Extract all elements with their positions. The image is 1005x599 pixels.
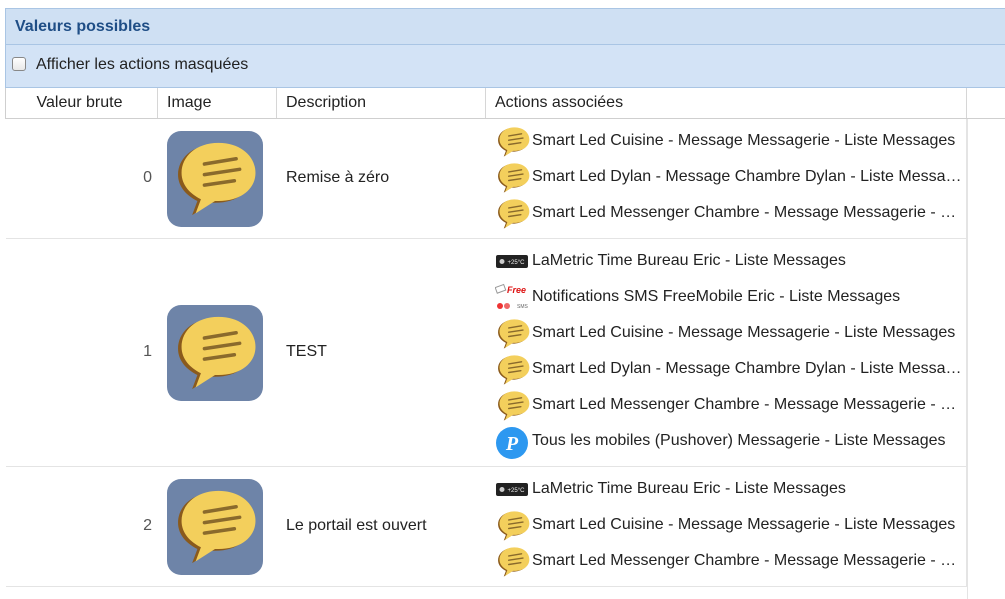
scroll-gutter (967, 119, 1005, 599)
lametric-icon: +25°C (495, 246, 531, 278)
table-row[interactable]: 2 Le portail est ouvert +25°C LaMetric T… (6, 467, 967, 587)
table-row[interactable]: 0 Remise à zéro Smart Led Cuisine - Mess… (6, 119, 967, 239)
speech-bubble-icon (495, 510, 531, 542)
pushover-icon: P (495, 426, 531, 459)
svg-text:SMS: SMS (517, 304, 529, 310)
speech-bubble-icon (495, 390, 531, 422)
associated-action[interactable]: Smart Led Dylan - Message Chambre Dylan … (495, 161, 965, 195)
raw-value: 2 (143, 517, 152, 534)
action-label[interactable]: Smart Led Cuisine - Message Messagerie -… (532, 132, 965, 150)
column-header-raw-value[interactable]: Valeur brute (6, 88, 158, 118)
raw-value: 0 (143, 169, 152, 186)
associated-action[interactable]: +25°C LaMetric Time Bureau Eric - Liste … (495, 473, 965, 507)
value-description: Remise à zéro (286, 169, 390, 186)
action-label[interactable]: Smart Led Dylan - Message Chambre Dylan … (532, 168, 965, 186)
action-label[interactable]: Smart Led Messenger Chambre - Message Me… (532, 552, 965, 570)
action-label[interactable]: Smart Led Cuisine - Message Messagerie -… (532, 324, 965, 342)
speech-bubble-icon (495, 318, 531, 350)
action-label[interactable]: Notifications SMS FreeMobile Eric - List… (532, 288, 965, 306)
svg-text:+25°C: +25°C (508, 488, 526, 494)
action-label[interactable]: Smart Led Messenger Chambre - Message Me… (532, 396, 965, 414)
value-description: Le portail est ouvert (286, 517, 427, 534)
action-label[interactable]: Smart Led Dylan - Message Chambre Dylan … (532, 360, 965, 378)
options-bar: Afficher les actions masquées (5, 45, 1005, 88)
svg-text:+25°C: +25°C (508, 260, 526, 266)
column-header-actions[interactable]: Actions associées (486, 88, 967, 118)
lametric-icon: +25°C (495, 474, 531, 506)
speech-bubble-icon[interactable] (167, 131, 263, 227)
value-description: TEST (286, 343, 327, 360)
panel-title: Valeurs possibles (15, 18, 151, 35)
panel-header: Valeurs possibles (5, 8, 1005, 45)
speech-bubble-icon (495, 162, 531, 194)
speech-bubble-icon (495, 198, 531, 230)
action-label[interactable]: Smart Led Cuisine - Message Messagerie -… (532, 516, 965, 534)
associated-action[interactable]: Free SMS Notifications SMS FreeMobile Er… (494, 281, 965, 315)
action-label[interactable]: Smart Led Messenger Chambre - Message Me… (532, 204, 965, 222)
associated-action[interactable]: +25°C LaMetric Time Bureau Eric - Liste … (495, 245, 965, 279)
action-label[interactable]: LaMetric Time Bureau Eric - Liste Messag… (532, 480, 965, 498)
raw-value: 1 (143, 343, 152, 360)
show-hidden-actions-checkbox[interactable] (12, 57, 26, 71)
associated-action[interactable]: Smart Led Cuisine - Message Messagerie -… (495, 317, 965, 351)
associated-action[interactable]: Smart Led Messenger Chambre - Message Me… (495, 197, 965, 231)
speech-bubble-icon[interactable] (167, 305, 263, 401)
speech-bubble-icon[interactable] (167, 479, 263, 575)
possible-values-panel: Valeurs possibles Afficher les actions m… (0, 0, 1005, 599)
action-label[interactable]: Tous les mobiles (Pushover) Messagerie -… (532, 432, 965, 450)
show-hidden-actions-label[interactable]: Afficher les actions masquées (36, 56, 248, 74)
freemobile-icon: Free SMS (494, 282, 531, 314)
table-header: Valeur brute Image Description Actions a… (5, 88, 1005, 119)
svg-text:Free: Free (507, 285, 526, 295)
associated-action[interactable]: Smart Led Cuisine - Message Messagerie -… (495, 125, 965, 159)
action-label[interactable]: LaMetric Time Bureau Eric - Liste Messag… (532, 252, 965, 270)
associated-action[interactable]: P Tous les mobiles (Pushover) Messagerie… (495, 425, 965, 459)
column-header-image[interactable]: Image (158, 88, 277, 118)
table-row[interactable]: 1 TEST +25°C LaMetric Time Bureau Eric -… (6, 239, 967, 467)
speech-bubble-icon (495, 546, 531, 578)
associated-action[interactable]: Smart Led Messenger Chambre - Message Me… (495, 545, 965, 579)
speech-bubble-icon (495, 354, 531, 386)
svg-text:P: P (505, 433, 519, 455)
associated-action[interactable]: Smart Led Cuisine - Message Messagerie -… (495, 509, 965, 543)
associated-action[interactable]: Smart Led Messenger Chambre - Message Me… (495, 389, 965, 423)
column-header-description[interactable]: Description (277, 88, 486, 118)
associated-action[interactable]: Smart Led Dylan - Message Chambre Dylan … (495, 353, 965, 387)
speech-bubble-icon (495, 126, 531, 158)
